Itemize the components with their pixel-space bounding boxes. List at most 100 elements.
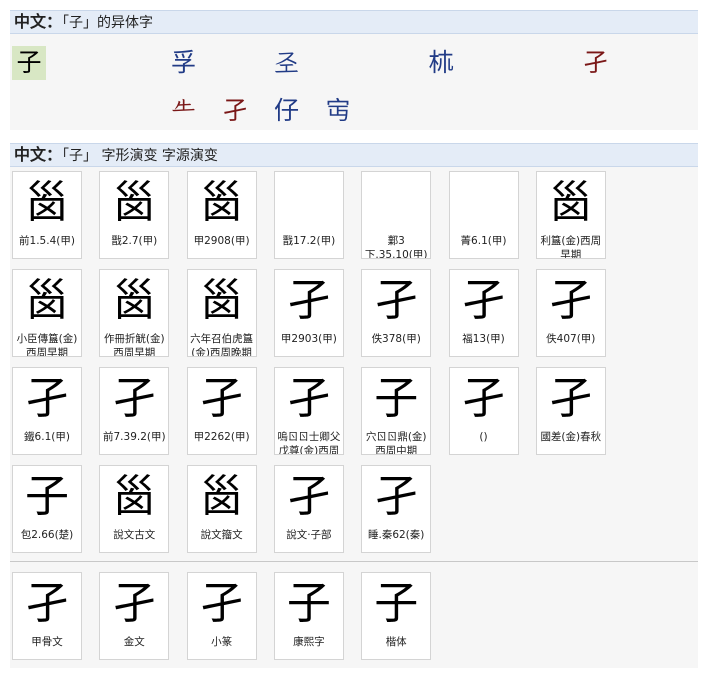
glyph-caption: 睡.秦62(秦) (364, 528, 428, 542)
variant-char[interactable]: 孑 (218, 94, 252, 128)
glyph-cell[interactable]: 𡿺 小臣傳簋(金)西周早期 (12, 269, 82, 357)
variant-char[interactable]: 𢀈 (64, 46, 98, 80)
glyph-caption: 甲骨文 (15, 635, 79, 649)
variant-char[interactable]: 𢀗 (321, 46, 355, 80)
glyph-image: 𠁽 (362, 174, 430, 232)
variant-char[interactable]: 𢀥 (12, 94, 46, 128)
glyph-image: 孑 (100, 370, 168, 428)
glyph-image: 孑 (188, 370, 256, 428)
glyph-cell[interactable]: 𡿺 作冊折觥(金)西周早期 (99, 269, 169, 357)
glyph-caption: 六年召伯虎簋(金)西周晚期 (190, 332, 254, 357)
glyph-cell[interactable]: 孑前7.39.2(甲) (99, 367, 169, 455)
variant-char[interactable]: 𢀖 (270, 46, 304, 80)
glyph-cell[interactable]: 𡿺 前1.5.4(甲) (12, 171, 82, 259)
glyph-image: 𠁽 (275, 174, 343, 232)
glyph-cell[interactable]: 子包2.66(楚) (12, 465, 82, 553)
glyph-cell[interactable]: 孑甲2262(甲) (187, 367, 257, 455)
glyph-caption: 戬17.2(甲) (277, 234, 341, 248)
glyph-image: 孑 (13, 370, 81, 428)
glyph-cell[interactable]: 子楷体 (361, 572, 431, 660)
glyph-cell[interactable]: 孑甲2903(甲) (274, 269, 344, 357)
glyph-caption: 小篆 (190, 635, 254, 649)
glyph-caption: 甲2903(甲) (277, 332, 341, 346)
glyph-image: 𡿺 (100, 174, 168, 232)
glyph-image: 𡿺 (188, 272, 256, 330)
glyph-cell[interactable]: 𡿺 戬2.7(甲) (99, 171, 169, 259)
glyph-caption: 包2.66(楚) (15, 528, 79, 542)
glyph-caption: 楷体 (364, 635, 428, 649)
variant-char[interactable]: 𡦦 (64, 94, 98, 128)
glyph-cell[interactable]: 孑 𨱯鎛(金)春秋中期 (449, 367, 519, 455)
glyph-image: 𡿺 (188, 468, 256, 526)
glyph-caption: 作冊折觥(金)西周早期 (102, 332, 166, 357)
glyph-caption: 前7.39.2(甲) (102, 430, 166, 444)
variant-row-2: 𢀥𡦦𦭊𠂒孑仔𡧍 (12, 88, 692, 136)
glyph-image: 孑 (537, 370, 605, 428)
glyph-cell[interactable]: 子穴ㄖㄖ鼎(金)西周中期 (361, 367, 431, 455)
variant-char[interactable]: 𡧍 (321, 94, 355, 128)
glyph-caption: 佚407(甲) (539, 332, 603, 346)
glyph-cell[interactable]: 孑鐵6.1(甲) (12, 367, 82, 455)
variant-char[interactable]: 仔 (270, 94, 304, 128)
glyph-cell[interactable]: 孑國差𦉜(金)春秋 (536, 367, 606, 455)
glyph-cell[interactable]: 孑睡.秦62(秦) (361, 465, 431, 553)
glyph-image: 子 (362, 370, 430, 428)
glyph-caption: 康熙字 (277, 635, 341, 649)
glyph-caption: 鄴3下.35.10(甲) (364, 234, 428, 259)
variant-char[interactable]: 𢀞 (373, 46, 407, 80)
glyph-cell[interactable]: 孑佚407(甲) (536, 269, 606, 357)
glyph-cell[interactable]: 𠁽 鄴3下.35.10(甲) (361, 171, 431, 259)
glyph-image: 𡿺 (13, 174, 81, 232)
variant-char[interactable]: 𡦨 (115, 46, 149, 80)
glyph-caption: 菁6.1(甲) (452, 234, 516, 248)
glyph-caption: 戬2.7(甲) (102, 234, 166, 248)
section-divider (10, 561, 698, 562)
variant-char[interactable]: 𦭊 (115, 94, 149, 128)
glyph-caption: 嗚ㄖㄖ士卿父戊尊(金)西周早期 (277, 430, 341, 455)
glyph-caption: 金文 (102, 635, 166, 649)
glyph-caption: 利簋(金)西周早期 (539, 234, 603, 259)
variant-char[interactable]: 𠂒 (167, 94, 201, 128)
glyph-cell[interactable]: 孑小篆 (187, 572, 257, 660)
variant-char[interactable]: 子 (12, 46, 46, 80)
variant-char[interactable]: 𣏕 (424, 46, 458, 80)
variant-char[interactable]: 孑 (579, 46, 613, 80)
glyph-cell[interactable]: 𡿺 六年召伯虎簋(金)西周晚期 (187, 269, 257, 357)
variant-char[interactable]: 孚 (167, 46, 201, 80)
glyph-cell[interactable]: 𡿺 利簋(金)西周早期 (536, 171, 606, 259)
variant-char[interactable]: 𦁆 (527, 46, 561, 80)
glyph-image: 孑 (275, 370, 343, 428)
glyph-cell[interactable]: 𠁽 戬17.2(甲) (274, 171, 344, 259)
variant-char[interactable]: 𢀤 (630, 46, 664, 80)
glyph-image: 孑 (275, 272, 343, 330)
variants-header: 中文：「子」的异体字 (10, 10, 698, 34)
glyph-caption: 穴ㄖㄖ鼎(金)西周中期 (364, 430, 428, 455)
glyph-cell[interactable]: 子康熙字 (274, 572, 344, 660)
variant-list: 子𢀈𡦨孚𡥋𢀖𢀗𢀞𣏕𦁏𦁆孑𢀤 𢀥𡦦𦭊𠂒孑仔𡧍 (12, 40, 692, 136)
glyph-cell[interactable]: 孑嗚ㄖㄖ士卿父戊尊(金)西周早期 (274, 367, 344, 455)
glyph-cell[interactable]: 𡿺 說文古文 (99, 465, 169, 553)
glyph-caption: 說文古文 (102, 528, 166, 542)
glyph-caption: 鐵6.1(甲) (15, 430, 79, 444)
glyph-cell[interactable]: 𡿺 說文籀文 (187, 465, 257, 553)
glyph-cell[interactable]: 孑佚378(甲) (361, 269, 431, 357)
glyph-cell[interactable]: 孑說文‧子部 (274, 465, 344, 553)
header-prefix: 中文： (14, 12, 62, 31)
glyph-image: 孑 (450, 370, 518, 428)
glyph-cell[interactable]: 孑福13(甲) (449, 269, 519, 357)
glyph-image: 孑 (537, 272, 605, 330)
glyph-caption: 佚378(甲) (364, 332, 428, 346)
variant-char[interactable]: 𡥋 (218, 46, 252, 80)
glyph-caption: 福13(甲) (452, 332, 516, 346)
glyph-caption: 說文籀文 (190, 528, 254, 542)
header-prefix: 中文： (14, 145, 62, 164)
glyph-caption: 國差𦉜(金)春秋 (539, 430, 603, 444)
glyph-cell[interactable]: 孑甲骨文 (12, 572, 82, 660)
variant-char[interactable]: 𦁏 (476, 46, 510, 80)
glyph-cell[interactable]: 𠁽 菁6.1(甲) (449, 171, 519, 259)
variant-row-1: 子𢀈𡦨孚𡥋𢀖𢀗𢀞𣏕𦁏𦁆孑𢀤 (12, 40, 692, 88)
glyph-cell[interactable]: 𡿺 甲2908(甲) (187, 171, 257, 259)
glyph-cell[interactable]: 孑金文 (99, 572, 169, 660)
glyph-image: 𡿺 (13, 272, 81, 330)
glyph-image: 𡿺 (100, 272, 168, 330)
